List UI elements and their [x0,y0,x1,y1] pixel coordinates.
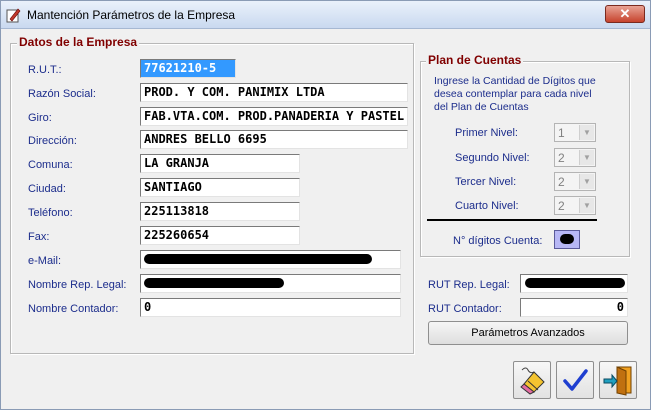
rut-rep-legal-field[interactable] [520,274,628,293]
nivel-4-label: Cuarto Nivel: [455,200,519,212]
rut-field[interactable]: 77621210-5 [140,59,236,78]
eraser-icon [520,367,545,395]
edit-form-icon [6,8,21,23]
nivel-3-value: 2 [558,175,565,189]
nivel-2-label: Segundo Nivel: [455,152,530,164]
comuna-field[interactable]: LA GRANJA [140,154,300,173]
close-button[interactable]: ✕ [605,5,645,23]
main-window: Mantención Parámetros de la Empresa ✕ Da… [0,0,651,410]
contador-field[interactable]: 0 [140,298,401,317]
email-field[interactable] [140,250,401,269]
email-label: e-Mail: [28,255,62,267]
datos-empresa-title: Datos de la Empresa [17,35,140,49]
telefono-field[interactable]: 225113818 [140,202,300,221]
nivel-4-select[interactable]: 2 ▼ [554,196,596,215]
divider [427,219,597,221]
digitos-cuenta-label: N° dígitos Cuenta: [453,235,543,247]
title-bar[interactable]: Mantención Parámetros de la Empresa ✕ [1,1,650,29]
nivel-2-select[interactable]: 2 ▼ [554,148,596,167]
rut-label: R.U.T.: [28,64,62,76]
rut-contador-field[interactable]: 0 [520,298,628,317]
telefono-label: Teléfono: [28,207,73,219]
redacted-rut-rep [525,278,625,288]
redacted-digitos [560,234,574,244]
direccion-field[interactable]: ANDRES BELLO 6695 [140,130,408,149]
chevron-down-icon[interactable]: ▼ [579,174,594,189]
accept-button[interactable] [556,361,594,399]
exit-door-icon [603,366,632,396]
nivel-3-select[interactable]: 2 ▼ [554,172,596,191]
giro-field[interactable]: FAB.VTA.COM. PROD.PANADERIA Y PASTEL [140,107,408,126]
ciudad-label: Ciudad: [28,183,66,195]
parametros-avanzados-button[interactable]: Parámetros Avanzados [428,321,628,345]
rut-contador-label: RUT Contador: [428,303,502,315]
window-title: Mantención Parámetros de la Empresa [27,8,236,22]
redacted-email [144,254,372,264]
rut-value: 77621210-5 [144,61,217,75]
nivel-1-select[interactable]: 1 ▼ [554,123,596,142]
razon-social-field[interactable]: PROD. Y COM. PANIMIX LTDA [140,83,408,102]
razon-social-label: Razón Social: [28,88,96,100]
direccion-label: Dirección: [28,135,77,147]
nivel-3-label: Tercer Nivel: [455,176,517,188]
fax-field[interactable]: 225260654 [140,226,300,245]
redacted-rep-legal [144,278,284,288]
rep-legal-field[interactable] [140,274,401,293]
chevron-down-icon[interactable]: ▼ [579,198,594,213]
nivel-1-label: Primer Nivel: [455,127,518,139]
checkmark-icon [563,369,588,391]
giro-label: Giro: [28,112,52,124]
chevron-down-icon[interactable]: ▼ [579,150,594,165]
nivel-4-value: 2 [558,199,565,213]
rut-rep-legal-label: RUT Rep. Legal: [428,279,510,291]
contador-label: Nombre Contador: [28,303,119,315]
comuna-label: Comuna: [28,159,73,171]
nivel-2-value: 2 [558,151,565,165]
rep-legal-label: Nombre Rep. Legal: [28,279,127,291]
digitos-cuenta-field[interactable] [554,230,580,249]
ciudad-field[interactable]: SANTIAGO [140,178,300,197]
plan-info-text: Ingrese la Cantidad de Dígitos que desea… [434,75,596,113]
nivel-1-value: 1 [558,126,565,140]
plan-cuentas-title: Plan de Cuentas [426,53,524,67]
clear-button[interactable] [513,361,551,399]
exit-button[interactable] [599,361,637,399]
fax-label: Fax: [28,231,50,243]
chevron-down-icon[interactable]: ▼ [579,125,594,140]
